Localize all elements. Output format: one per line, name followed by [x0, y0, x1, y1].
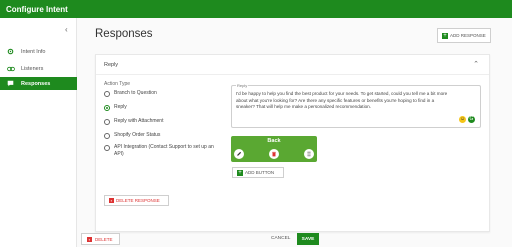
- radio-reply[interactable]: Reply: [104, 104, 127, 111]
- gear-icon: [6, 48, 15, 55]
- radio-label: Shopify Order Status: [114, 132, 161, 138]
- add-button-label: ADD BUTTON: [245, 170, 275, 175]
- link-icon: [6, 66, 15, 72]
- plus-icon: +: [237, 169, 243, 176]
- delete-response-label: DELETE RESPONSE: [116, 198, 160, 203]
- edit-icon[interactable]: [234, 149, 244, 159]
- emoji-icon[interactable]: ☺: [459, 116, 466, 123]
- save-button[interactable]: SAVE: [297, 233, 319, 245]
- page-title: Responses: [95, 28, 153, 40]
- add-response-label: ADD RESPONSE: [450, 33, 486, 38]
- sidebar-item-intent-info[interactable]: Intent Info: [0, 45, 77, 58]
- main-content: Responses + ADD RESPONSE Reply ⌃ Action …: [77, 18, 512, 247]
- sidebar-item-listeners[interactable]: Listeners: [0, 62, 77, 75]
- sidebar: ‹ Intent Info Listeners Responses: [0, 18, 77, 247]
- plus-icon: +: [442, 32, 448, 39]
- radio-icon: [104, 144, 110, 151]
- response-card: Reply ⌃ Action Type Branch to Question R…: [95, 54, 490, 232]
- sidebar-item-label: Responses: [21, 80, 51, 87]
- add-button-button[interactable]: + ADD BUTTON: [232, 167, 284, 178]
- radio-shopify-order-status[interactable]: Shopify Order Status: [104, 132, 160, 139]
- radio-icon: [104, 132, 110, 139]
- action-type-label: Action Type: [104, 81, 131, 87]
- response-card-header[interactable]: Reply: [96, 55, 489, 75]
- response-card-title: Reply: [104, 61, 119, 68]
- sidebar-item-responses[interactable]: Responses: [0, 77, 77, 90]
- add-response-button[interactable]: + ADD RESPONSE: [437, 28, 491, 43]
- radio-reply-with-attachment[interactable]: Reply with Attachment: [104, 118, 163, 125]
- radio-branch-to-question[interactable]: Branch to Question: [104, 90, 157, 97]
- radio-label: API Integration (Contact Support to set …: [114, 144, 214, 157]
- quick-reply-button-card: Back: [231, 136, 317, 162]
- drag-handle-icon[interactable]: [304, 149, 314, 159]
- trash-icon: ▪: [87, 236, 92, 242]
- delete-intent-button[interactable]: ▪ DELETE: [81, 233, 120, 245]
- delete-response-button[interactable]: ▪ DELETE RESPONSE: [104, 195, 169, 206]
- cancel-button[interactable]: CANCEL: [271, 236, 290, 241]
- reply-textarea[interactable]: Reply I'd be happy to help you find the …: [231, 83, 481, 128]
- app-title: Configure Intent: [6, 4, 68, 14]
- radio-api-integration[interactable]: API Integration (Contact Support to set …: [104, 144, 214, 157]
- chat-icon: [6, 80, 15, 87]
- sidebar-item-label: Listeners: [21, 65, 44, 72]
- app-header: Configure Intent: [0, 0, 512, 18]
- radio-icon: [104, 90, 110, 97]
- sidebar-item-label: Intent Info: [21, 48, 46, 55]
- reply-field-label: Reply: [236, 83, 249, 88]
- delete-icon[interactable]: [269, 149, 279, 159]
- collapse-sidebar-icon[interactable]: ‹: [65, 25, 68, 34]
- radio-icon: [104, 118, 110, 125]
- chevron-up-icon[interactable]: ⌃: [473, 60, 479, 68]
- grammar-check-icon[interactable]: G: [468, 116, 475, 123]
- trash-icon: ▪: [109, 198, 114, 203]
- radio-label: Branch to Question: [114, 90, 157, 96]
- quick-reply-button-label: Back: [267, 138, 281, 144]
- reply-text: I'd be happy to help you find the best p…: [236, 91, 448, 110]
- radio-label: Reply: [114, 104, 127, 110]
- radio-selected-icon: [104, 104, 110, 111]
- delete-label: DELETE: [95, 236, 113, 242]
- radio-label: Reply with Attachment: [114, 118, 164, 124]
